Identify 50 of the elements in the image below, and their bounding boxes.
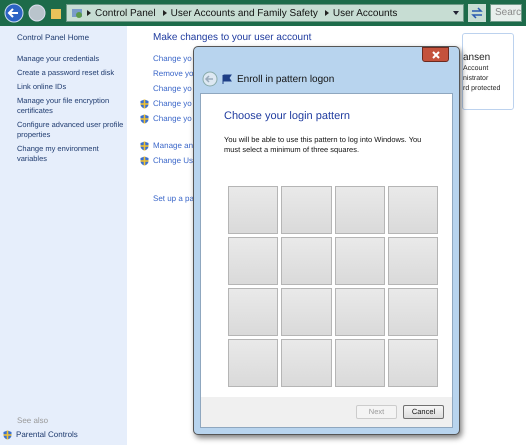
breadcrumb[interactable]: Control Panel: [95, 6, 156, 20]
pattern-square[interactable]: [281, 186, 332, 234]
pattern-square[interactable]: [281, 338, 332, 386]
close-button[interactable]: [422, 47, 449, 62]
pattern-square[interactable]: [228, 288, 278, 336]
dialog-heading: Choose your login pattern: [224, 109, 351, 124]
task-link[interactable]: Change yo: [153, 53, 192, 65]
breadcrumb-arrow-icon: [324, 10, 329, 16]
pattern-square[interactable]: [388, 236, 438, 284]
pattern-square[interactable]: [388, 338, 438, 386]
user-name: ansen: [463, 52, 492, 64]
shield-icon: [140, 114, 149, 124]
pattern-square[interactable]: [388, 288, 438, 336]
see-also-heading: See also: [17, 415, 50, 427]
task-link[interactable]: Change yo: [153, 98, 192, 110]
control-panel-icon: [71, 7, 83, 19]
folder-icon: [50, 6, 62, 20]
pattern-square[interactable]: [334, 288, 385, 336]
pattern-square[interactable]: [228, 186, 278, 234]
sidebar-link[interactable]: Parental Controls: [16, 429, 78, 441]
shield-icon: [140, 141, 149, 151]
page-heading: Make changes to your user account: [153, 32, 312, 44]
dialog-title: Enroll in pattern logon: [237, 72, 334, 86]
pattern-square[interactable]: [228, 236, 278, 284]
breadcrumb-arrow-icon: [162, 10, 167, 16]
shield-icon: [140, 99, 149, 109]
task-link[interactable]: Change Us: [153, 155, 194, 167]
pattern-square[interactable]: [388, 186, 438, 234]
task-link[interactable]: Change yo: [153, 83, 192, 95]
pattern-square[interactable]: [334, 338, 385, 386]
address-bar[interactable]: Control Panel User Accounts and Family Safety User Accounts: [66, 4, 464, 22]
breadcrumb[interactable]: User Accounts: [332, 6, 398, 20]
shield-icon: [140, 156, 149, 166]
breadcrumb-arrow-icon: [87, 10, 91, 16]
task-link[interactable]: Manage an: [153, 140, 194, 152]
task-link[interactable]: Remove yo: [153, 68, 194, 80]
breadcrumb[interactable]: User Accounts and Family Safety: [170, 6, 318, 20]
sidebar-link[interactable]: Control Panel Home: [17, 32, 124, 43]
refresh-icon[interactable]: [468, 4, 486, 22]
dropdown-icon[interactable]: [453, 11, 459, 15]
close-icon: [432, 50, 440, 58]
forward-icon[interactable]: [28, 4, 46, 22]
pattern-square[interactable]: [228, 338, 278, 386]
shield-icon: [3, 430, 12, 440]
pattern-square[interactable]: [334, 236, 385, 284]
task-link[interactable]: Change yo: [153, 113, 192, 125]
pattern-square[interactable]: [281, 236, 332, 284]
flag-icon: [222, 74, 233, 84]
pattern-square[interactable]: [281, 288, 332, 336]
pattern-square[interactable]: [334, 186, 385, 234]
